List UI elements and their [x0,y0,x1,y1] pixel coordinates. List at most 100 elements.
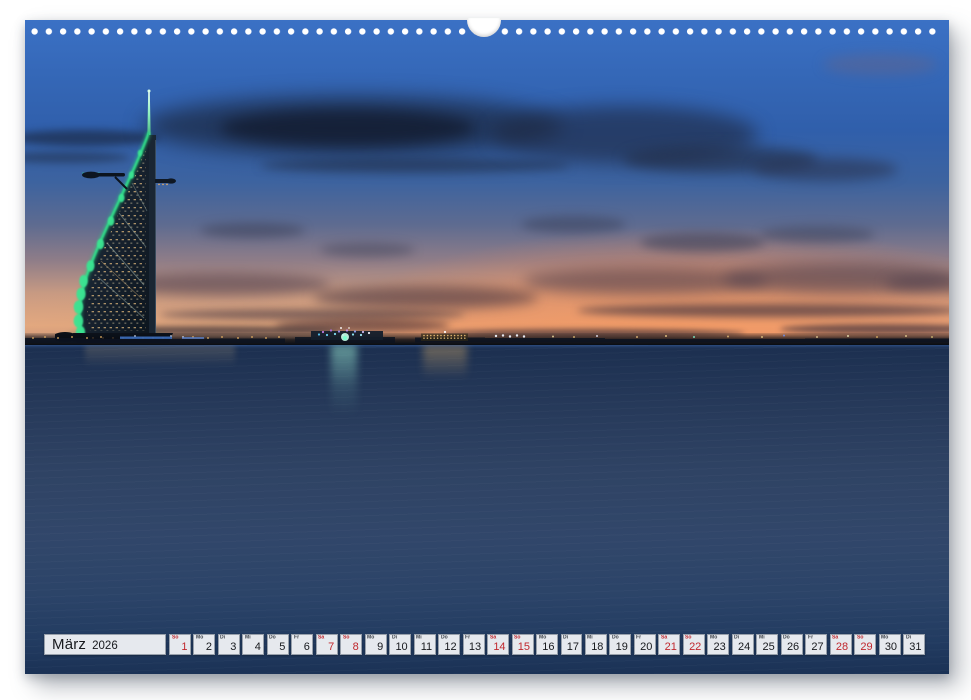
calendar-page: März 2026 So1Mo2Di3Mi4Do5Fr6Sa7So8Mo9Di1… [25,20,949,674]
day-number: 31 [909,641,921,653]
day-number: 20 [640,641,652,653]
day-cell-10: Di10 [389,634,411,655]
day-number: 16 [542,641,554,653]
day-cell-15: So15 [512,634,534,655]
day-number: 18 [591,641,603,653]
city-lights [25,320,949,345]
day-cell-3: Di3 [218,634,240,655]
day-cell-23: Mo23 [707,634,729,655]
weekday-abbrev: Sa [661,635,667,640]
day-number: 21 [665,641,677,653]
light-streak [331,345,357,415]
month-name: März [52,636,86,653]
weekday-abbrev: Do [783,635,790,640]
weekday-abbrev: Mo [367,635,374,640]
sky-scene [25,20,949,345]
weekday-abbrev: Mi [416,635,422,640]
day-number: 10 [395,641,407,653]
day-number: 22 [689,641,701,653]
day-number: 24 [738,641,750,653]
day-number: 1 [181,641,187,653]
year-label: 2026 [92,640,118,652]
day-cell-2: Mo2 [193,634,215,655]
day-number: 27 [811,641,823,653]
day-number: 4 [255,641,261,653]
day-number: 7 [328,641,334,653]
weekday-abbrev: Di [392,635,397,640]
weekday-abbrev: Sa [318,635,324,640]
weekday-abbrev: Do [269,635,276,640]
burj-al-arab-building [55,85,195,355]
day-cell-14: Sa14 [487,634,509,655]
day-number: 19 [616,641,628,653]
day-number: 3 [230,641,236,653]
day-cell-30: Mo30 [879,634,901,655]
day-number: 6 [304,641,310,653]
water-overlay [25,345,949,674]
day-number: 13 [469,641,481,653]
day-cell-24: Di24 [732,634,754,655]
day-number: 2 [206,641,212,653]
day-row: So1Mo2Di3Mi4Do5Fr6Sa7So8Mo9Di10Mi11Do12F… [169,634,925,655]
light-streak [423,345,467,379]
day-number: 17 [567,641,579,653]
weekday-abbrev: So [172,635,178,640]
weekday-abbrev: Mo [196,635,203,640]
day-cell-27: Fr27 [805,634,827,655]
day-number: 9 [377,641,383,653]
weekday-abbrev: Mo [881,635,888,640]
day-cell-26: Do26 [781,634,803,655]
weekday-abbrev: Fr [294,635,299,640]
weekday-abbrev: Sa [832,635,838,640]
day-cell-8: So8 [340,634,362,655]
day-cell-1: So1 [169,634,191,655]
day-cell-13: Fr13 [463,634,485,655]
day-cell-18: Mi18 [585,634,607,655]
weekday-abbrev: Mi [245,635,251,640]
day-cell-5: Do5 [267,634,289,655]
weekday-abbrev: Fr [636,635,641,640]
day-cell-31: Di31 [903,634,925,655]
day-cell-22: So22 [683,634,705,655]
calendar-strip: März 2026 So1Mo2Di3Mi4Do5Fr6Sa7So8Mo9Di1… [44,634,925,655]
day-number: 26 [787,641,799,653]
weekday-abbrev: Di [563,635,568,640]
weekday-abbrev: Sa [490,635,496,640]
day-cell-21: Sa21 [658,634,680,655]
day-cell-17: Di17 [561,634,583,655]
weekday-abbrev: So [343,635,349,640]
weekday-abbrev: Mo [710,635,717,640]
day-cell-28: Sa28 [830,634,852,655]
day-cell-16: Mo16 [536,634,558,655]
day-cell-11: Mi11 [414,634,436,655]
day-number: 28 [836,641,848,653]
day-cell-12: Do12 [438,634,460,655]
day-number: 25 [762,641,774,653]
weekday-abbrev: So [514,635,520,640]
day-number: 30 [885,641,897,653]
day-number: 5 [279,641,285,653]
day-number: 23 [714,641,726,653]
day-number: 15 [518,641,530,653]
weekday-abbrev: Mi [759,635,765,640]
weekday-abbrev: Mo [539,635,546,640]
day-number: 12 [444,641,456,653]
day-number: 29 [860,641,872,653]
water-reflection [25,345,949,674]
light-streak [85,345,235,367]
month-label: März 2026 [44,634,166,655]
day-number: 14 [493,641,505,653]
day-cell-4: Mi 4 [242,634,264,655]
weekday-abbrev: So [857,635,863,640]
weekday-abbrev: Do [612,635,619,640]
weekday-abbrev: Fr [808,635,813,640]
day-cell-9: Mo9 [365,634,387,655]
weekday-abbrev: Di [906,635,911,640]
day-cell-29: So29 [854,634,876,655]
day-cell-20: Fr20 [634,634,656,655]
day-cell-19: Do19 [609,634,631,655]
product-photo-background: März 2026 So1Mo2Di3Mi4Do5Fr6Sa7So8Mo9Di1… [0,0,971,700]
weekday-abbrev: Fr [465,635,470,640]
weekday-abbrev: Do [441,635,448,640]
day-cell-6: Fr 6 [291,634,313,655]
